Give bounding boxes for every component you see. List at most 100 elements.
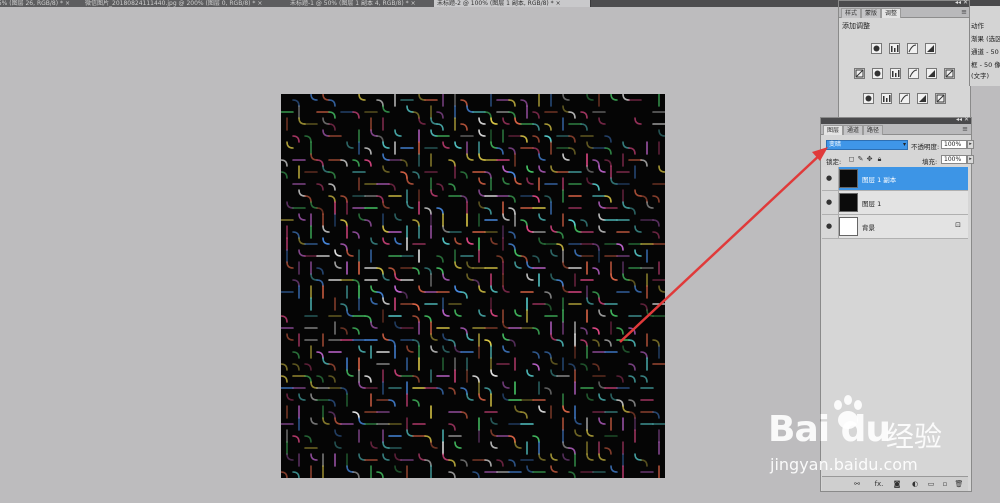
collapse-icon[interactable]: ◂◂ ✕ xyxy=(955,0,968,6)
action-item[interactable]: 渐果 (选区 xyxy=(971,33,1000,43)
pattern-segment xyxy=(292,99,300,107)
link-icon[interactable]: ⚯ xyxy=(852,479,862,489)
pattern-segment xyxy=(406,201,414,209)
pattern-segment xyxy=(580,339,588,347)
pattern-segment xyxy=(466,261,474,269)
blend-mode-select[interactable]: 变暗 ▾ xyxy=(826,140,908,150)
pattern-segment xyxy=(532,195,540,203)
lock-transparency-icon[interactable]: ◻ xyxy=(848,155,855,163)
pattern-segment xyxy=(550,465,558,473)
threshold-icon[interactable] xyxy=(899,93,910,104)
layer-name[interactable]: 图层 1 xyxy=(862,198,881,208)
pattern-segment xyxy=(370,297,378,305)
pattern-segment xyxy=(286,393,294,401)
pattern-segment xyxy=(346,465,354,473)
lock-all-icon[interactable]: 🔒︎ xyxy=(876,155,883,163)
action-item[interactable]: (文字) xyxy=(971,70,989,80)
pattern-segment xyxy=(478,285,486,293)
pattern-segment xyxy=(412,171,420,179)
tab-layers[interactable]: 图层 xyxy=(823,125,844,135)
visibility-toggle[interactable]: ● xyxy=(822,191,839,214)
fill-input[interactable]: 100% xyxy=(941,155,967,164)
pattern-segment xyxy=(310,393,318,401)
collapse-icon[interactable]: ◂◂ ✕ xyxy=(956,116,969,123)
pattern-segment xyxy=(281,315,288,323)
pattern-segment xyxy=(460,171,468,179)
pattern-segment xyxy=(394,453,402,461)
pattern-segment xyxy=(382,297,390,305)
pattern-segment xyxy=(316,207,324,215)
pattern-segment xyxy=(460,195,468,203)
vibrance-icon[interactable] xyxy=(854,68,865,79)
pattern-segment xyxy=(532,363,540,371)
pattern-segment xyxy=(382,201,390,209)
lock-image-icon[interactable]: ✎ xyxy=(857,155,864,163)
tab-masks[interactable]: 蒙版 xyxy=(861,8,882,18)
actions-title[interactable]: 动作 xyxy=(971,20,984,30)
tab-adjustments[interactable]: 调整 xyxy=(881,8,902,18)
invert-icon[interactable] xyxy=(863,93,874,104)
document-tab[interactable]: 微信图片_20180824111440.jpg @ 200% (图层 0, RG… xyxy=(82,0,292,7)
new-layer-icon[interactable]: ▫ xyxy=(940,479,950,489)
actions-titlebar[interactable] xyxy=(970,0,1000,6)
pattern-segment xyxy=(394,273,402,281)
group-icon[interactable]: ▭ xyxy=(926,479,936,489)
close-icon[interactable]: × xyxy=(257,0,262,7)
opacity-slider-button[interactable]: ▸ xyxy=(967,140,974,149)
document-canvas[interactable] xyxy=(281,94,665,478)
close-icon[interactable]: × xyxy=(411,0,416,7)
document-tab-label: 微信图片_20180824111440.jpg @ 200% (图层 0, RG… xyxy=(85,0,256,7)
layer-name[interactable]: 图层 1 副本 xyxy=(862,174,896,184)
pattern-segment xyxy=(352,111,360,119)
tab-paths[interactable]: 路径 xyxy=(863,125,884,135)
photo-filter-icon[interactable] xyxy=(926,68,937,79)
document-tab[interactable]: 未标题-1 @ 50% (图层 1 副本 4, RGB/8) * × xyxy=(287,0,439,7)
close-icon[interactable]: × xyxy=(556,0,561,7)
pattern-segment xyxy=(514,309,522,317)
action-item[interactable]: 通道 - 50 像 xyxy=(971,46,1000,56)
curves-icon[interactable] xyxy=(907,43,918,54)
pattern-segment xyxy=(310,381,318,389)
pattern-segment xyxy=(316,279,324,287)
exposure-icon[interactable] xyxy=(925,43,936,54)
posterize-icon[interactable] xyxy=(881,93,892,104)
black-white-icon[interactable] xyxy=(908,68,919,79)
channel-mixer-icon[interactable] xyxy=(944,68,955,79)
tab-styles[interactable]: 样式 xyxy=(841,8,862,18)
layer-row[interactable]: ● 图层 1 xyxy=(822,191,968,215)
pattern-segment xyxy=(328,375,336,383)
delete-layer-icon[interactable]: 🗑︎ xyxy=(954,479,964,489)
gradient-map-icon[interactable] xyxy=(917,93,928,104)
panel-menu-icon[interactable]: ≡ xyxy=(961,8,967,16)
pattern-segment xyxy=(472,375,480,383)
hue-saturation-icon[interactable] xyxy=(872,68,883,79)
selective-color-icon[interactable] xyxy=(935,93,946,104)
close-icon[interactable]: × xyxy=(65,0,70,7)
lock-position-icon[interactable]: ✥ xyxy=(866,155,873,163)
layer-row[interactable]: ● 图层 1 副本 xyxy=(822,167,968,191)
mask-icon[interactable]: ◙ xyxy=(892,479,902,489)
brightness-contrast-icon[interactable] xyxy=(871,43,882,54)
pattern-segment xyxy=(598,117,606,125)
pattern-segment xyxy=(298,189,306,197)
eye-icon: ● xyxy=(826,198,833,206)
action-item[interactable]: 框 - 50 像 xyxy=(971,59,1000,69)
fill-slider-button[interactable]: ▸ xyxy=(967,155,974,164)
layer-name[interactable]: 背景 xyxy=(862,222,875,232)
document-tab[interactable]: *25% (图层 26, RGB/8) *× xyxy=(0,0,87,7)
layer-row[interactable]: ● 背景 ⊡ xyxy=(822,215,968,239)
adjustment-layer-icon[interactable]: ◐ xyxy=(910,479,920,489)
visibility-toggle[interactable]: ● xyxy=(822,215,839,238)
fx-icon[interactable]: fx. xyxy=(872,479,886,489)
opacity-input[interactable]: 100% xyxy=(941,140,967,149)
tab-channels[interactable]: 通道 xyxy=(843,125,864,135)
visibility-toggle[interactable]: ● xyxy=(822,167,839,190)
panel-menu-icon[interactable]: ≡ xyxy=(962,125,968,133)
pattern-segment xyxy=(376,135,384,143)
pattern-segment xyxy=(502,321,510,329)
document-tab[interactable]: 未标题-2 @ 100% (图层 1 副本, RGB/8) * × xyxy=(434,0,591,7)
pattern-segment xyxy=(508,459,516,467)
levels-icon[interactable] xyxy=(889,43,900,54)
pattern-segment xyxy=(538,453,546,461)
color-balance-icon[interactable] xyxy=(890,68,901,79)
